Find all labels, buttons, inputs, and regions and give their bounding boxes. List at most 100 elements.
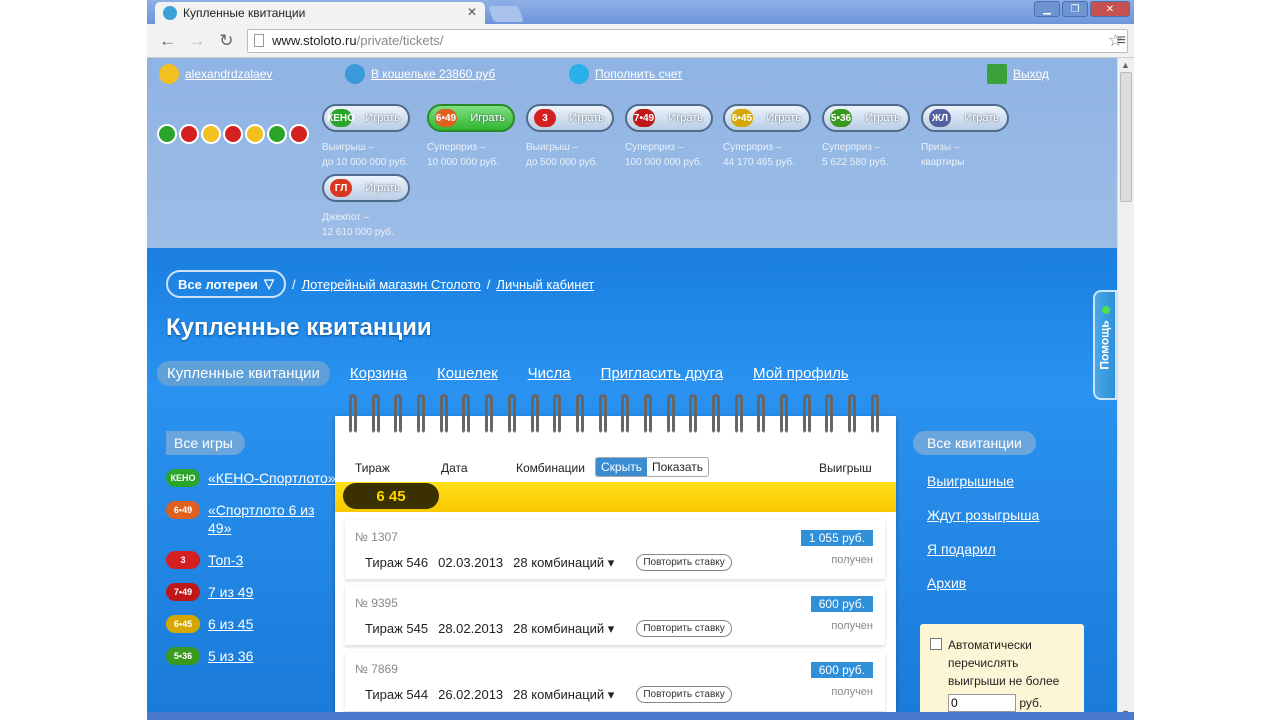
- tab-profile[interactable]: Мой профиль: [753, 365, 849, 382]
- repeat-bet-button[interactable]: Повторить ставку: [636, 620, 732, 637]
- table-header: Тираж Дата Комбинации Скрыть Показать Вы…: [335, 456, 896, 482]
- tab-wallet[interactable]: Кошелек: [437, 365, 498, 382]
- ticket-combos[interactable]: 28 комбинаций ▾: [513, 555, 614, 571]
- game-desc: Суперприз – 10 000 000 руб.: [427, 140, 517, 170]
- filter-game-link[interactable]: Топ-3: [208, 551, 243, 569]
- filter-archive[interactable]: Архив: [927, 575, 1113, 591]
- filter-game-item: 6•49 «Спортлото 6 из 49»: [166, 501, 341, 537]
- spiral-ring: [598, 394, 607, 434]
- hide-button[interactable]: Скрыть: [596, 458, 647, 476]
- menu-icon[interactable]: ≡: [1117, 32, 1126, 50]
- auto-transfer-checkbox[interactable]: [930, 638, 942, 650]
- filter-game-link[interactable]: «КЕНО-Спортлото»: [208, 469, 336, 487]
- filter-game-link[interactable]: 6 из 45: [208, 615, 253, 633]
- browser-chrome: Купленные квитанции ✕ ▁ ❐ ✕ ← → ↻ www.st…: [147, 0, 1134, 58]
- left-margin: [0, 0, 147, 720]
- game-item: 7•49 Играть Суперприз – 100 000 000 руб.: [625, 104, 715, 170]
- lottery-ball-icon: ЖЛ: [929, 109, 951, 127]
- plus-icon: [569, 64, 589, 84]
- browser-toolbar: ← → ↻ www.stoloto.ru/private/tickets/ ☆ …: [147, 24, 1134, 58]
- tab-numbers[interactable]: Числа: [528, 365, 571, 382]
- play-button[interactable]: КЕНО Играть: [322, 104, 410, 132]
- browser-tab[interactable]: Купленные квитанции ✕: [155, 2, 485, 24]
- cabinet-nav: Купленные квитанции Корзина Кошелек Числ…: [157, 361, 879, 386]
- tab-cart[interactable]: Корзина: [350, 365, 407, 382]
- ticket-row[interactable]: № 7869 Тираж 544 26.02.2013 28 комбинаций ▾…: [345, 652, 885, 712]
- stoloto-logo[interactable]: [157, 124, 309, 144]
- address-bar[interactable]: www.stoloto.ru/private/tickets/ ☆: [247, 28, 1128, 53]
- play-button[interactable]: 7•49 Играть: [625, 104, 713, 132]
- ticket-combos[interactable]: 28 комбинаций ▾: [513, 687, 614, 703]
- ticket-row[interactable]: № 9395 Тираж 545 28.02.2013 28 комбинаций ▾…: [345, 586, 885, 646]
- logo-ball: [267, 124, 287, 144]
- close-tab-icon[interactable]: ✕: [467, 5, 477, 19]
- ticket-row[interactable]: № 1307 Тираж 546 02.03.2013 28 комбинаций ▾…: [345, 520, 885, 580]
- col-win: Выигрыш: [819, 461, 872, 475]
- filter-game-link[interactable]: 5 из 36: [208, 647, 253, 665]
- back-icon[interactable]: ←: [153, 31, 182, 51]
- maximize-icon[interactable]: ❐: [1062, 1, 1088, 17]
- spiral-ring: [439, 394, 448, 434]
- spiral-ring: [621, 394, 630, 434]
- game-desc: Выигрыш – до 10 000 000 руб.: [322, 140, 412, 170]
- show-button[interactable]: Показать: [647, 458, 708, 476]
- filter-game-link[interactable]: 7 из 49: [208, 583, 253, 601]
- play-button[interactable]: 5•36 Играть: [822, 104, 910, 132]
- repeat-bet-button[interactable]: Повторить ставку: [636, 686, 732, 703]
- repeat-bet-button[interactable]: Повторить ставку: [636, 554, 732, 571]
- spiral-ring: [417, 394, 426, 434]
- col-combos: Комбинации: [516, 461, 585, 475]
- favicon-icon: [163, 6, 177, 20]
- play-label: Играть: [865, 112, 900, 124]
- auto-transfer-amount[interactable]: [948, 694, 1016, 712]
- filter-gifted[interactable]: Я подарил: [927, 541, 1113, 557]
- user-link[interactable]: alexandrdzalaev: [159, 64, 272, 84]
- all-lotteries-button[interactable]: Все лотереи ▽: [166, 270, 286, 298]
- play-button[interactable]: 6•45 Играть: [723, 104, 811, 132]
- auto-transfer-text: Автоматически перечислять выигрыши не бо…: [948, 638, 1060, 688]
- scroll-up-icon[interactable]: ▲: [1121, 60, 1130, 70]
- col-draw: Тираж: [355, 461, 390, 475]
- game-desc-label: Суперприз –: [625, 142, 684, 153]
- ticket-win-amount: 1 055 руб.: [800, 530, 873, 546]
- game-item: 6•49 Играть Суперприз – 10 000 000 руб.: [427, 104, 517, 170]
- play-button[interactable]: ГЛ Играть: [322, 174, 410, 202]
- logout-link[interactable]: Выход: [987, 64, 1049, 84]
- play-button[interactable]: 6•49 Играть: [427, 104, 515, 132]
- wallet-link[interactable]: В кошельке 23860 руб: [345, 64, 495, 84]
- filter-all-games[interactable]: Все игры: [166, 431, 245, 455]
- help-tab[interactable]: Помощь: [1093, 290, 1117, 400]
- reload-icon[interactable]: ↻: [212, 31, 241, 51]
- scroll-thumb[interactable]: [1120, 72, 1132, 202]
- game-desc-label: Суперприз –: [822, 142, 881, 153]
- minimize-icon[interactable]: ▁: [1034, 1, 1060, 17]
- breadcrumb-shop[interactable]: Лотерейный магазин Столото: [302, 277, 481, 292]
- filter-winning[interactable]: Выигрышные: [927, 473, 1113, 489]
- tab-invite[interactable]: Пригласить друга: [601, 365, 723, 382]
- new-tab-button[interactable]: [488, 6, 524, 22]
- topup-link[interactable]: Пополнить счет: [569, 64, 683, 84]
- close-window-icon[interactable]: ✕: [1090, 1, 1130, 17]
- game-desc-label: Джекпот –: [322, 212, 370, 223]
- play-label: Играть: [470, 112, 505, 124]
- scrollbar[interactable]: ▲ ▼: [1117, 58, 1134, 720]
- ticket-number: № 7869: [355, 662, 398, 676]
- url-path: /private/tickets/: [356, 33, 444, 48]
- page-content: alexandrdzalaev В кошельке 23860 руб Поп…: [147, 58, 1117, 720]
- url-domain: www.stoloto.ru: [272, 33, 357, 48]
- filter-pending[interactable]: Ждут розыгрыша: [927, 507, 1113, 523]
- play-button[interactable]: ЖЛ Играть: [921, 104, 1009, 132]
- breadcrumb-cabinet[interactable]: Личный кабинет: [496, 277, 594, 292]
- tab-tickets[interactable]: Купленные квитанции: [157, 361, 330, 386]
- ticket-combos[interactable]: 28 комбинаций ▾: [513, 621, 614, 637]
- filter-game-item: КЕНО «КЕНО-Спортлото»: [166, 469, 341, 487]
- play-button[interactable]: 3 Играть: [526, 104, 614, 132]
- game-desc: Суперприз – 100 000 000 руб.: [625, 140, 715, 170]
- game-item: КЕНО Играть Выигрыш – до 10 000 000 руб.: [322, 104, 412, 170]
- game-desc: Суперприз – 5 622 580 руб.: [822, 140, 912, 170]
- forward-icon[interactable]: →: [182, 31, 211, 51]
- play-label: Играть: [766, 112, 801, 124]
- filter-all-tickets[interactable]: Все квитанции: [913, 431, 1036, 455]
- filter-game-link[interactable]: «Спортлото 6 из 49»: [208, 501, 341, 537]
- play-label: Играть: [365, 112, 400, 124]
